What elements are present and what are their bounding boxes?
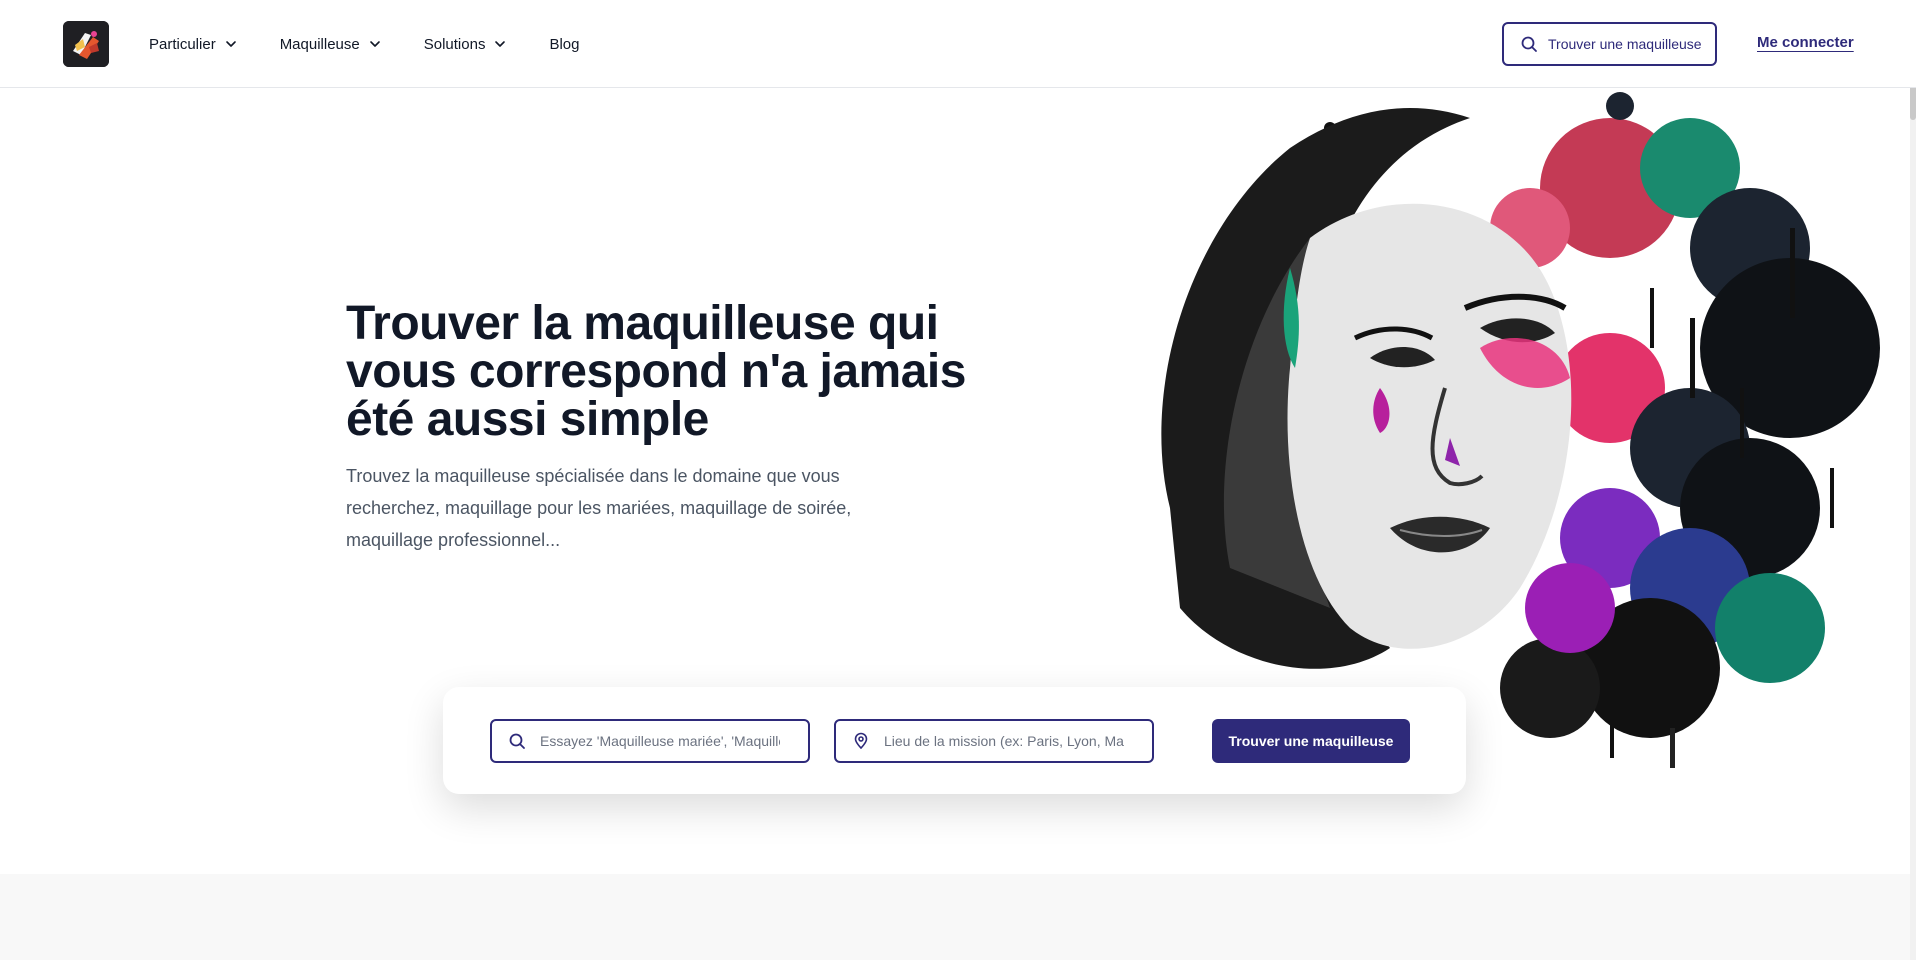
login-link[interactable]: Me connecter [1757, 34, 1854, 51]
chevron-down-icon [225, 41, 236, 47]
chevron-down-icon [495, 41, 506, 47]
header-search-label: Trouver une maquilleuse [1548, 36, 1702, 52]
hero-title: Trouver la maquilleuse qui vous correspo… [346, 297, 966, 446]
page-scrollbar[interactable] [1910, 0, 1916, 960]
nav-item-solutions[interactable]: Solutions [424, 36, 508, 53]
service-search-field[interactable] [490, 719, 810, 763]
nav-item-label: Solutions [423, 35, 486, 53]
service-search-input[interactable] [540, 733, 780, 749]
search-card: Trouver une maquilleuse [443, 687, 1466, 794]
header-search-button[interactable]: Trouver une maquilleuse [1502, 22, 1717, 66]
map-pin-icon [854, 732, 868, 750]
chevron-down-icon [369, 41, 380, 47]
nav-item-label: Particulier [149, 35, 216, 53]
next-section [0, 874, 1910, 960]
location-search-input[interactable] [884, 733, 1124, 749]
nav-item-label: Blog [549, 35, 580, 53]
location-search-field[interactable] [834, 719, 1154, 763]
site-logo[interactable] [63, 21, 109, 67]
main-nav: Particulier Maquilleuse Solutions Blog [149, 0, 621, 88]
hero-subtitle: Trouvez la maquilleuse spécialisée dans … [346, 466, 852, 550]
nav-item-maquilleuse[interactable]: Maquilleuse [280, 36, 382, 53]
nav-item-blog[interactable]: Blog [549, 36, 579, 53]
search-icon [509, 733, 525, 749]
nav-item-particulier[interactable]: Particulier [149, 36, 238, 53]
site-header: Particulier Maquilleuse Solutions Blog T… [0, 0, 1916, 88]
nav-item-label: Maquilleuse [279, 35, 360, 53]
find-makeup-artist-button[interactable]: Trouver une maquilleuse [1212, 719, 1410, 763]
search-icon [1521, 36, 1537, 52]
